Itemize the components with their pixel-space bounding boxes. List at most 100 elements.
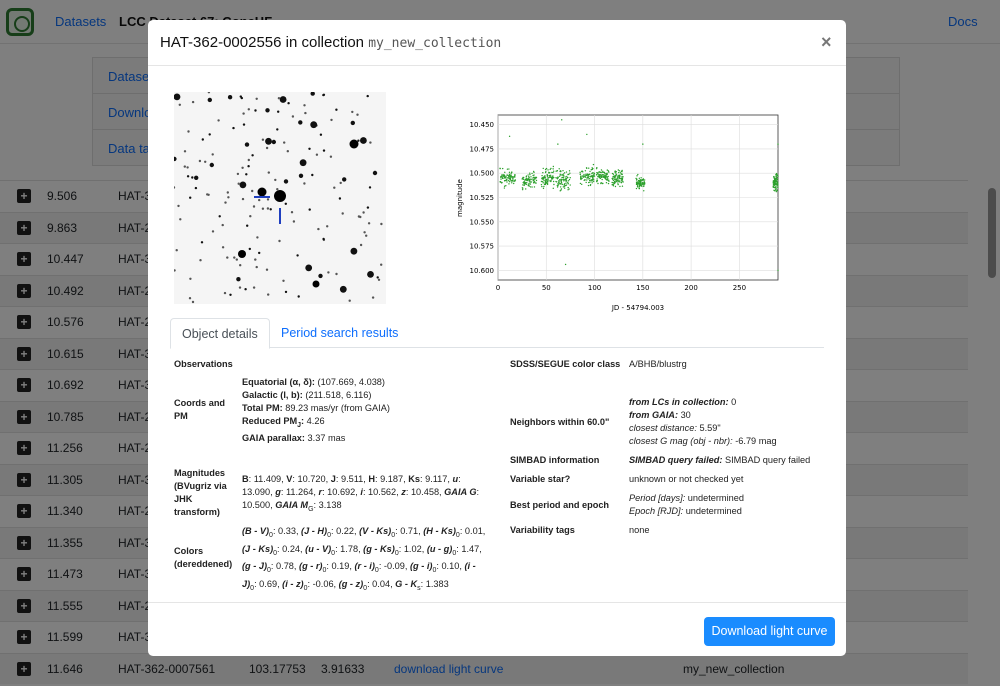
data-point <box>639 179 642 181</box>
data-point <box>566 177 569 179</box>
data-point <box>605 176 607 178</box>
star-dot <box>183 150 187 153</box>
data-point <box>579 171 581 174</box>
star-dot <box>363 231 366 234</box>
data-point <box>527 174 529 176</box>
magnitude-entry: J: 9.511, <box>330 474 369 484</box>
data-point <box>605 173 608 175</box>
data-point <box>611 181 613 184</box>
star-dot <box>226 256 229 259</box>
data-point <box>528 181 531 183</box>
star-dot <box>201 138 204 141</box>
data-point <box>598 176 601 179</box>
data-point <box>614 185 617 188</box>
star-dot <box>265 146 269 150</box>
closest-distance-value: 5.59" <box>699 422 721 433</box>
star-dot <box>292 220 296 223</box>
star-dot <box>269 208 272 211</box>
simbad-key: SIMBAD query failed: <box>629 455 723 465</box>
data-point <box>555 177 557 179</box>
data-point <box>529 183 532 185</box>
magnitudes-values: B: 11.409, V: 10.720, J: 9.511, H: 9.187… <box>242 473 487 517</box>
data-point <box>775 179 777 182</box>
x-axis-label: JD - 54794.003 <box>611 304 664 312</box>
color-entry: (u - g)0: 1.47, <box>426 543 482 557</box>
data-point <box>635 177 637 180</box>
star-dot <box>284 290 288 294</box>
data-point <box>597 182 599 185</box>
data-point <box>582 176 585 178</box>
star-dot <box>178 103 181 106</box>
star-dot <box>207 97 212 103</box>
x-tick-label: 50 <box>542 284 551 292</box>
data-point <box>508 176 510 178</box>
data-point <box>558 181 560 183</box>
data-point <box>596 178 598 180</box>
tab-period-search[interactable]: Period search results <box>270 318 409 349</box>
data-point <box>593 180 595 183</box>
data-point <box>510 176 512 178</box>
vartags-label: Variability tags <box>510 525 575 535</box>
data-point <box>561 183 564 186</box>
star-dot <box>258 198 261 202</box>
data-point <box>614 178 616 181</box>
colors-values: (B - V)0: 0.33, (J - H)0: 0.22, (V - Ks)… <box>242 525 492 596</box>
star-dot <box>186 175 190 178</box>
data-point <box>549 174 552 176</box>
star-dot <box>287 102 290 105</box>
star-dot <box>204 160 207 163</box>
magnitude-entry: GAIA MG: 3.138 <box>275 499 342 513</box>
data-point <box>596 180 598 183</box>
color-entry: (r - i)0: -0.09, <box>354 561 410 575</box>
star-dot <box>291 115 295 118</box>
data-point <box>617 176 619 178</box>
data-point <box>615 178 618 180</box>
star-dot <box>235 258 238 261</box>
data-point <box>600 174 602 176</box>
star-dot <box>240 96 243 100</box>
data-point <box>565 184 568 186</box>
data-point <box>592 172 594 174</box>
magnitude-entry: r: 10.692, <box>318 486 361 497</box>
star-dot <box>261 138 265 141</box>
data-point <box>595 167 598 170</box>
star-dot <box>338 197 342 200</box>
star-dot <box>211 153 214 156</box>
x-tick-label: 150 <box>636 284 649 292</box>
data-point <box>531 186 533 188</box>
star-dot <box>380 222 383 226</box>
data-point <box>776 178 779 181</box>
x-tick-label: 0 <box>496 284 500 292</box>
data-point <box>607 182 610 185</box>
closest-distance-key: closest distance: <box>629 422 697 433</box>
star-dot <box>277 97 281 100</box>
data-point <box>583 174 585 176</box>
color-entry: (g - z)0: 0.04, <box>338 579 396 593</box>
star-dot <box>266 207 270 210</box>
data-point <box>569 176 571 179</box>
data-point <box>586 179 588 181</box>
tab-object-details[interactable]: Object details <box>170 318 270 349</box>
data-point <box>524 182 526 185</box>
data-point <box>613 181 616 183</box>
data-point <box>556 181 558 183</box>
magnitude-entry: g: 11.264, <box>275 486 319 497</box>
data-point <box>532 180 534 182</box>
star-dot <box>208 133 211 136</box>
star-dot <box>362 211 365 214</box>
star-dot <box>271 139 276 145</box>
download-light-curve-button[interactable]: Download light curve <box>704 617 835 646</box>
data-point <box>585 174 588 177</box>
vartags-value: none <box>629 525 650 535</box>
closest-gmag-value: -6.79 mag <box>735 435 777 446</box>
data-point <box>563 187 566 189</box>
data-point <box>525 176 527 178</box>
data-point <box>591 172 593 175</box>
data-point <box>531 172 533 175</box>
close-icon[interactable]: × <box>821 32 832 53</box>
star-dot <box>341 212 344 215</box>
star-dot <box>221 246 225 249</box>
data-point <box>569 184 571 186</box>
data-point <box>568 170 571 172</box>
data-point <box>605 182 608 184</box>
